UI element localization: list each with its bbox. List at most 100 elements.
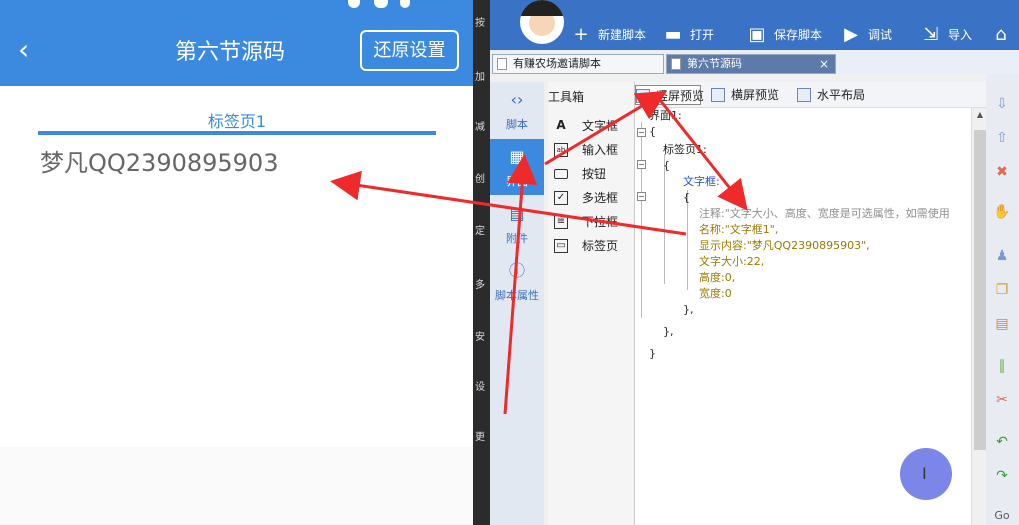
tool-label: 输入框 <box>582 143 619 157</box>
tool-tab-page[interactable]: ▭ 标签页 <box>554 236 638 256</box>
horizontal-layout-button[interactable]: 水平布局 <box>797 85 871 105</box>
user-icon[interactable]: ♟ <box>992 246 1012 266</box>
scrollbar-thumb[interactable] <box>974 130 986 450</box>
paste-icon[interactable]: ▤ <box>992 314 1012 334</box>
bottom-area <box>0 447 473 525</box>
code-line: 文字大小:22, <box>699 255 765 268</box>
text-icon: A <box>556 118 566 132</box>
redo-icon[interactable]: ↷ <box>992 466 1012 486</box>
import-label: 导入 <box>948 28 973 42</box>
toolbox-header: 工具箱 <box>548 90 585 104</box>
nav-item-attachments[interactable]: ▤ 附件 <box>490 196 544 252</box>
folder-icon: ▬ <box>664 24 682 45</box>
goto-icon[interactable]: Go <box>992 506 1012 525</box>
save-script-button[interactable]: ▣ 保存脚本 <box>746 22 826 48</box>
tool-button[interactable]: 按钮 <box>554 164 638 184</box>
open-button[interactable]: ▬ 打开 <box>662 22 732 48</box>
fold-toggle-icon[interactable]: − <box>637 128 646 137</box>
code-text[interactable]: 界面1: − { 标签页1: − { 文字框: − { 注释:"文字大小、高度、… <box>635 108 971 525</box>
tool-label: 标签页 <box>582 239 619 253</box>
landscape-preview-label: 横屏预览 <box>731 88 780 102</box>
side-strip-label[interactable]: 加 <box>475 68 485 83</box>
nav-item-script[interactable]: ‹› 脚本 <box>490 82 544 138</box>
tab-farm-invite-script[interactable]: 有赚农场邀请脚本 <box>492 54 664 74</box>
editor-body: ‹› 脚本 ▦ 界面 ▤ 附件 ⓘ 脚本属性 工具箱 A 文字框 ab 输入框 … <box>490 74 1019 525</box>
side-strip-label[interactable]: 减 <box>475 118 485 133</box>
debug-button[interactable]: ▶ 调试 <box>840 22 900 48</box>
avatar-hair <box>520 0 564 16</box>
code-toolbar: 竖屏预览 横屏预览 水平布局 <box>635 82 987 108</box>
nav-item-script-properties[interactable]: ⓘ 脚本属性 <box>490 253 544 309</box>
document-tabs: 有赚农场邀请脚本 第六节源码 × <box>490 50 1019 74</box>
battery-icon <box>400 0 410 8</box>
tool-checkbox[interactable]: ✓ 多选框 <box>554 188 638 208</box>
save-script-label: 保存脚本 <box>774 28 823 42</box>
avatar[interactable] <box>520 0 564 44</box>
tab-page-1[interactable]: 标签页1 <box>38 108 436 132</box>
grid-icon: ▦ <box>509 147 525 166</box>
nav-item-interface[interactable]: ▦ 界面 <box>490 139 544 195</box>
fold-toggle-icon[interactable]: − <box>637 192 646 201</box>
code-line: 宽度:0 <box>699 287 732 300</box>
signal-icon <box>348 0 360 8</box>
back-chevron-icon[interactable]: ‹ <box>18 36 48 66</box>
info-icon: ⓘ <box>508 261 525 280</box>
tab-section-six-source[interactable]: 第六节源码 × <box>666 54 836 74</box>
portrait-icon <box>636 89 650 103</box>
file-icon: ▤ <box>509 204 525 223</box>
code-line: 界面1: <box>649 109 682 122</box>
page-title: 第六节源码 <box>174 40 285 65</box>
import-button[interactable]: ⇲ 导入 <box>920 22 980 48</box>
home-button[interactable]: ⌂ <box>990 22 1018 48</box>
debug-label: 调试 <box>868 28 893 42</box>
vertical-scrollbar[interactable]: ▲ <box>971 108 987 525</box>
home-icon: ⌂ <box>995 24 1007 45</box>
tool-label: 文字框 <box>582 119 619 133</box>
checkbox-icon: ✓ <box>554 191 568 205</box>
copy-icon[interactable]: ❐ <box>992 280 1012 300</box>
scroll-up-icon[interactable]: ▲ <box>975 110 985 120</box>
restore-settings-button[interactable]: 还原设置 <box>360 30 459 71</box>
main-toolbar: + 新建脚本 ▬ 打开 ▣ 保存脚本 ▶ 调试 ⇲ 导入 ⌂ <box>490 0 1019 50</box>
tool-label: 多选框 <box>582 191 619 205</box>
new-script-button[interactable]: + 新建脚本 <box>570 22 650 48</box>
button-icon <box>554 169 568 179</box>
code-line: } <box>649 347 656 360</box>
move-down-icon[interactable]: ⇩ <box>992 94 1012 114</box>
undo-icon[interactable]: ↶ <box>992 432 1012 452</box>
tab-indicator <box>38 131 436 135</box>
tool-dropdown[interactable]: ≡ 下拉框 <box>554 212 638 232</box>
side-strip-label[interactable]: 安 <box>475 328 485 343</box>
horizontal-layout-label: 水平布局 <box>817 88 866 102</box>
code-line: 名称:"文字框1", <box>699 223 779 236</box>
side-strip-label[interactable]: 按 <box>475 14 485 29</box>
side-strip-label[interactable]: 设 <box>475 378 485 393</box>
fold-toggle-icon[interactable]: − <box>637 160 646 169</box>
portrait-preview-label: 竖屏预览 <box>656 89 705 103</box>
code-editor[interactable]: 竖屏预览 横屏预览 水平布局 界面1: − {标签页1: − {文字框: −… <box>634 82 987 525</box>
nav-panel: ‹› 脚本 ▦ 界面 ▤ 附件 ⓘ 脚本属性 <box>490 82 544 525</box>
portrait-preview-button[interactable]: 竖屏预览 <box>635 85 705 105</box>
code-line: { <box>663 159 670 172</box>
tool-input-box[interactable]: ab 输入框 <box>554 140 638 160</box>
hand-icon[interactable]: ✋ <box>992 202 1012 222</box>
close-icon[interactable]: × <box>819 55 829 73</box>
columns-icon <box>797 88 811 102</box>
move-up-icon[interactable]: ⇧ <box>992 128 1012 148</box>
landscape-preview-button[interactable]: 横屏预览 <box>711 85 785 105</box>
app-bar: ‹ 第六节源码 还原设置 <box>0 0 473 86</box>
side-strip-label[interactable]: 创 <box>475 170 485 185</box>
delete-icon[interactable]: ✖ <box>992 162 1012 182</box>
tool-text-box[interactable]: A 文字框 <box>554 116 638 136</box>
edit-icon[interactable]: ∥ <box>992 356 1012 376</box>
cut-icon[interactable]: ✂ <box>992 390 1012 410</box>
code-icon: ‹› <box>510 90 524 109</box>
open-label: 打开 <box>690 28 715 42</box>
tab-label: 有赚农场邀请脚本 <box>513 57 601 70</box>
side-strip-label[interactable]: 更 <box>475 428 485 443</box>
wifi-icon <box>374 0 388 8</box>
tab-page-icon: ▭ <box>554 239 568 253</box>
document-icon <box>671 58 681 70</box>
side-strip-label[interactable]: 多 <box>475 276 485 291</box>
side-strip-label[interactable]: 定 <box>475 222 485 237</box>
